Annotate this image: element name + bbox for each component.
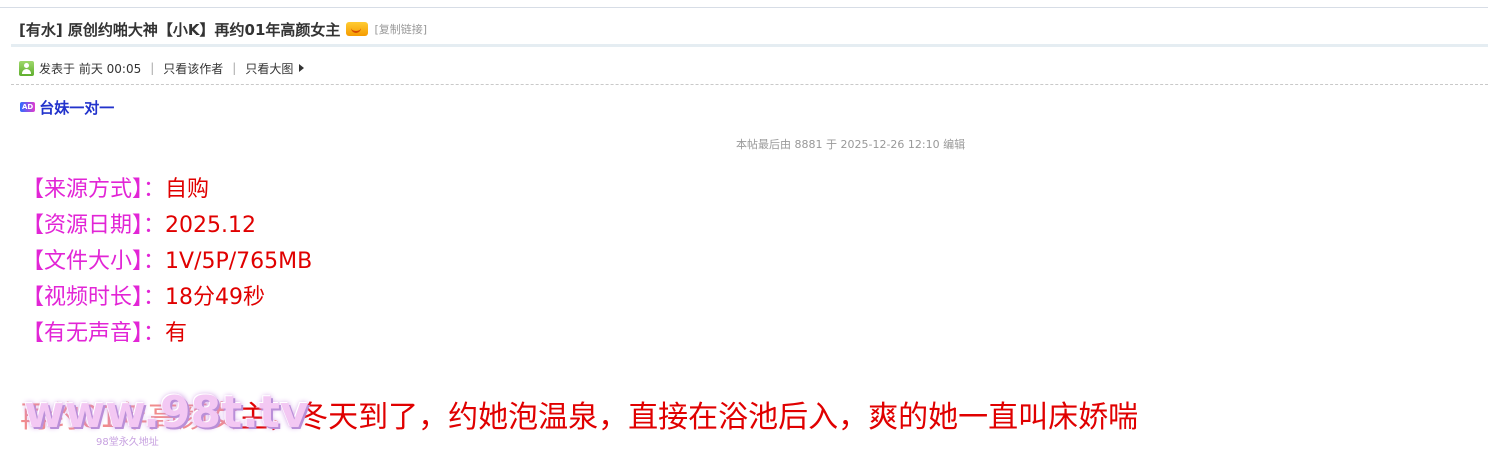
info-block: 【来源方式】：自购 【资源日期】：2025.12 【文件大小】：1V/5P/76…	[22, 172, 312, 352]
post-page: [有水] 原创约啪大神【小K】再约01年高颜女主 [复制链接] 发表于 前天 0…	[0, 0, 1488, 457]
info-value: 自购	[165, 177, 210, 202]
info-label: 【资源日期】：	[22, 213, 166, 238]
info-value: 2025.12	[165, 213, 256, 238]
arrow-right-icon	[299, 64, 305, 72]
ad-row: AD 台妹一对一	[20, 97, 114, 117]
big-images-link[interactable]: 只看大图	[245, 60, 293, 77]
info-line: 【资源日期】：2025.12	[22, 208, 312, 244]
info-label: 【有无声音】：	[22, 321, 166, 346]
info-value: 1V/5P/765MB	[165, 249, 313, 274]
watermark: www.98t.tv 98堂永久地址	[18, 387, 309, 451]
info-line: 【视频时长】：18分49秒	[22, 280, 312, 316]
info-line: 【有无声音】：有	[22, 316, 312, 352]
hot-icon	[346, 22, 369, 36]
info-label: 【文件大小】：	[22, 249, 166, 274]
thread-title-row: [有水] 原创约啪大神【小K】再约01年高颜女主 [复制链接]	[19, 17, 427, 41]
watermark-text: www.98t.tv	[24, 387, 309, 438]
separator: |	[150, 61, 155, 75]
post-time: 发表于 前天 00:05	[39, 61, 142, 76]
edit-note: 本帖最后由 8881 于 2025-12-26 12:10 编辑	[736, 138, 966, 151]
thread-title: [有水] 原创约啪大神【小K】再约01年高颜女主	[19, 20, 341, 39]
ad-link[interactable]: 台妹一对一	[39, 97, 114, 118]
dashed-divider	[11, 84, 1488, 85]
title-divider	[11, 44, 1488, 47]
info-value: 18分49秒	[165, 285, 266, 310]
info-line: 【文件大小】：1V/5P/765MB	[22, 244, 312, 280]
watermark-subtext: 98堂永久地址	[96, 437, 159, 448]
only-author-link[interactable]: 只看该作者	[163, 60, 223, 77]
info-value: 有	[165, 321, 188, 346]
author-bar: 发表于 前天 00:05 | 只看该作者 | 只看大图	[19, 58, 305, 78]
user-icon	[19, 60, 34, 76]
ad-icon: AD	[20, 102, 36, 112]
top-border	[0, 7, 1488, 8]
separator: |	[232, 61, 237, 75]
info-line: 【来源方式】：自购	[22, 172, 312, 208]
info-label: 【视频时长】：	[22, 285, 166, 310]
copy-link[interactable]: [复制链接]	[374, 21, 427, 37]
info-label: 【来源方式】：	[22, 177, 166, 202]
